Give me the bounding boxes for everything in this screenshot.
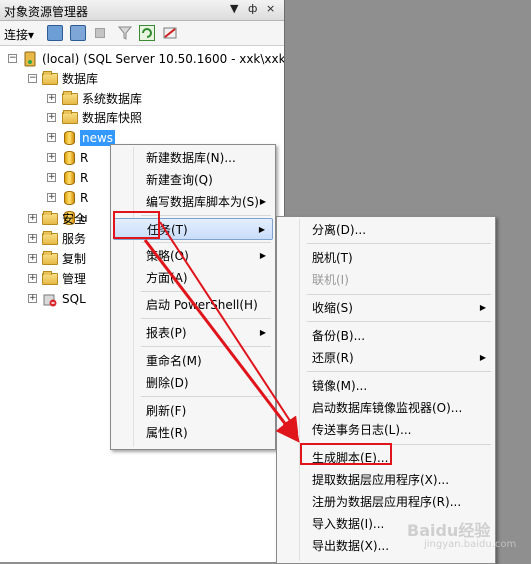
arrow-to-generate-scripts xyxy=(143,239,300,443)
annotation-arrows xyxy=(143,221,300,443)
arrow-to-generate-scripts-secondary xyxy=(159,221,299,434)
watermark: Baidu经验 xyxy=(407,521,491,540)
watermark-url: jingyan.baidu.com xyxy=(424,539,517,550)
